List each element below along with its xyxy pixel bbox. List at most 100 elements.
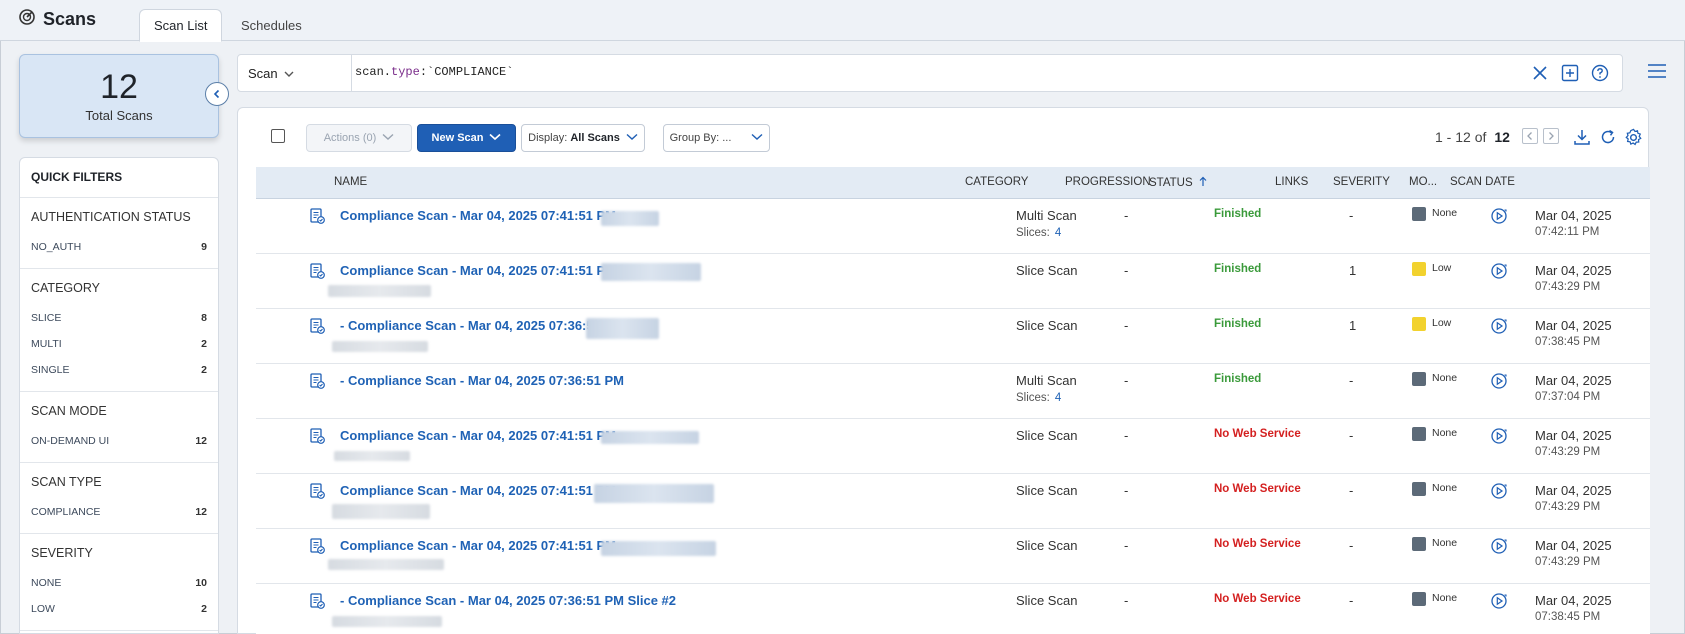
table-row[interactable]: - Compliance Scan - Mar 04, 2025 07:36:5… [256,584,1650,634]
search-scope-label: Scan [248,65,278,81]
filter-item[interactable]: MULTI 2 [31,331,207,357]
scan-slices: Slices: 4 [1016,227,1061,239]
table-row[interactable]: - Compliance Scan - Mar 04, 2025 07:36:5… [256,364,1650,419]
scan-category: Slice Scan [1016,593,1078,608]
filter-item[interactable]: NO_AUTH 9 [31,234,207,260]
display-label: Display: All Scans [528,132,620,144]
column-header-scan-date[interactable]: SCAN DATE [1450,176,1515,188]
search-scope-select[interactable]: Scan [238,55,352,91]
scan-name-link[interactable]: - Compliance Scan - Mar 04, 2025 07:36:5… [340,593,676,608]
filter-item-count: 10 [195,577,207,589]
help-icon[interactable] [1590,63,1610,83]
column-header-links[interactable]: LINKS [1275,176,1308,188]
on-demand-mode-icon [1490,592,1508,610]
filter-item[interactable]: NONE 10 [31,570,207,596]
group-by-label: Group By: ... [669,132,732,144]
actions-button[interactable]: Actions (0) [306,124,412,152]
column-header-status[interactable]: STATUS [1149,176,1207,189]
add-filter-icon[interactable] [1560,63,1580,83]
scan-progression: - [1124,373,1129,388]
next-page-button[interactable] [1543,128,1559,144]
redacted-text [594,484,714,503]
refresh-icon[interactable] [1598,127,1618,147]
scan-progression: - [1124,318,1129,333]
column-header-status-label: STATUS [1149,177,1193,189]
filter-item[interactable]: SLICE 8 [31,305,207,331]
scan-name-link[interactable]: Compliance Scan - Mar 04, 2025 07:41:51 … [340,538,624,553]
table-row[interactable]: Compliance Scan - Mar 04, 2025 07:41:51 … [256,199,1650,254]
scan-name-link[interactable]: Compliance Scan - Mar 04, 2025 07:41:51 … [340,263,624,278]
filter-item-label: NONE [31,577,62,589]
filter-item[interactable]: COMPLIANCE 12 [31,499,207,525]
severity-indicator [1412,317,1426,331]
scan-links: - [1349,208,1354,223]
column-header-name[interactable]: NAME [334,176,367,188]
redacted-text [586,318,659,339]
chevron-down-icon [489,132,502,144]
clear-icon[interactable] [1530,63,1550,83]
severity-indicator [1412,372,1426,386]
scan-status: Finished [1214,263,1262,275]
scan-name-link[interactable]: - Compliance Scan - Mar 04, 2025 07:36:5… [340,318,608,333]
tab-schedules[interactable]: Schedules [227,9,316,42]
scan-time: 07:38:45 PM [1535,336,1601,348]
download-icon[interactable] [1572,127,1592,147]
compliance-doc-icon [308,262,326,280]
scan-category: Slice Scan [1016,318,1078,333]
column-header-severity[interactable]: SEVERITY [1333,176,1390,188]
group-by-select[interactable]: Group By: ... [663,124,770,152]
severity-label: Low [1432,262,1452,274]
search-input[interactable]: scan.type:`COMPLIANCE` [355,65,513,79]
severity-indicator [1412,482,1426,496]
total-scans-label: Total Scans [85,108,153,123]
scan-time: 07:43:29 PM [1535,556,1601,568]
scan-time: 07:42:11 PM [1535,226,1600,238]
scan-name-link[interactable]: - Compliance Scan - Mar 04, 2025 07:36:5… [340,373,624,388]
on-demand-mode-icon [1490,427,1508,445]
scan-links: - [1349,428,1354,443]
select-all-checkbox[interactable] [271,129,285,143]
compliance-doc-icon [308,592,326,610]
chevron-down-icon [382,132,394,144]
scan-status: No Web Service [1214,593,1301,605]
table-row[interactable]: Compliance Scan - Mar 04, 2025 07:41:51 … [256,529,1650,584]
on-demand-mode-icon [1490,482,1508,500]
severity-label: Low [1432,317,1452,329]
chevron-down-icon [626,132,638,144]
scan-name-link[interactable]: Compliance Scan - Mar 04, 2025 07:41:51 … [340,208,624,223]
scan-status: No Web Service [1214,538,1301,550]
slices-label: Slices: [1016,227,1050,239]
app-title-text: Scans [43,9,97,29]
filter-item[interactable]: ON-DEMAND UI 12 [31,428,207,454]
filter-item-label: ON-DEMAND UI [31,435,110,447]
slices-count-link[interactable]: 4 [1055,227,1061,239]
column-header-mode[interactable]: MO... [1409,176,1437,188]
filter-item-count: 9 [201,241,207,253]
filter-item-label: NO_AUTH [31,241,82,253]
filter-item[interactable]: SINGLE 2 [31,357,207,383]
query-field: type [391,65,420,79]
severity-indicator [1412,427,1426,441]
scan-name-link[interactable]: Compliance Scan - Mar 04, 2025 07:41:51 … [340,483,616,498]
table-row[interactable]: - Compliance Scan - Mar 04, 2025 07:36:5… [256,309,1650,364]
table-row[interactable]: Compliance Scan - Mar 04, 2025 07:41:51 … [256,419,1650,474]
prev-page-button[interactable] [1522,128,1538,144]
filter-item[interactable]: LOW 2 [31,596,207,622]
scan-name-link[interactable]: Compliance Scan - Mar 04, 2025 07:41:51 … [340,428,624,443]
severity-indicator [1412,207,1426,221]
scan-status: Finished [1214,208,1262,220]
scan-date: Mar 04, 2025 [1535,263,1612,278]
slices-count-link[interactable]: 4 [1055,392,1061,404]
settings-gear-icon[interactable] [1623,127,1643,147]
column-header-category[interactable]: CATEGORY [965,176,1028,188]
display-select[interactable]: Display: All Scans [521,124,645,152]
tab-scan-list[interactable]: Scan List [139,9,223,42]
table-row[interactable]: Compliance Scan - Mar 04, 2025 07:41:51 … [256,474,1650,529]
hamburger-menu-icon[interactable] [1647,63,1667,81]
new-scan-button[interactable]: New Scan [417,124,516,152]
compliance-doc-icon [308,317,326,335]
column-header-progression[interactable]: PROGRESSION [1065,176,1151,188]
quick-filters-title: QUICK FILTERS [20,158,218,198]
collapse-sidebar-button[interactable] [205,82,229,106]
table-row[interactable]: Compliance Scan - Mar 04, 2025 07:41:51 … [256,254,1650,309]
